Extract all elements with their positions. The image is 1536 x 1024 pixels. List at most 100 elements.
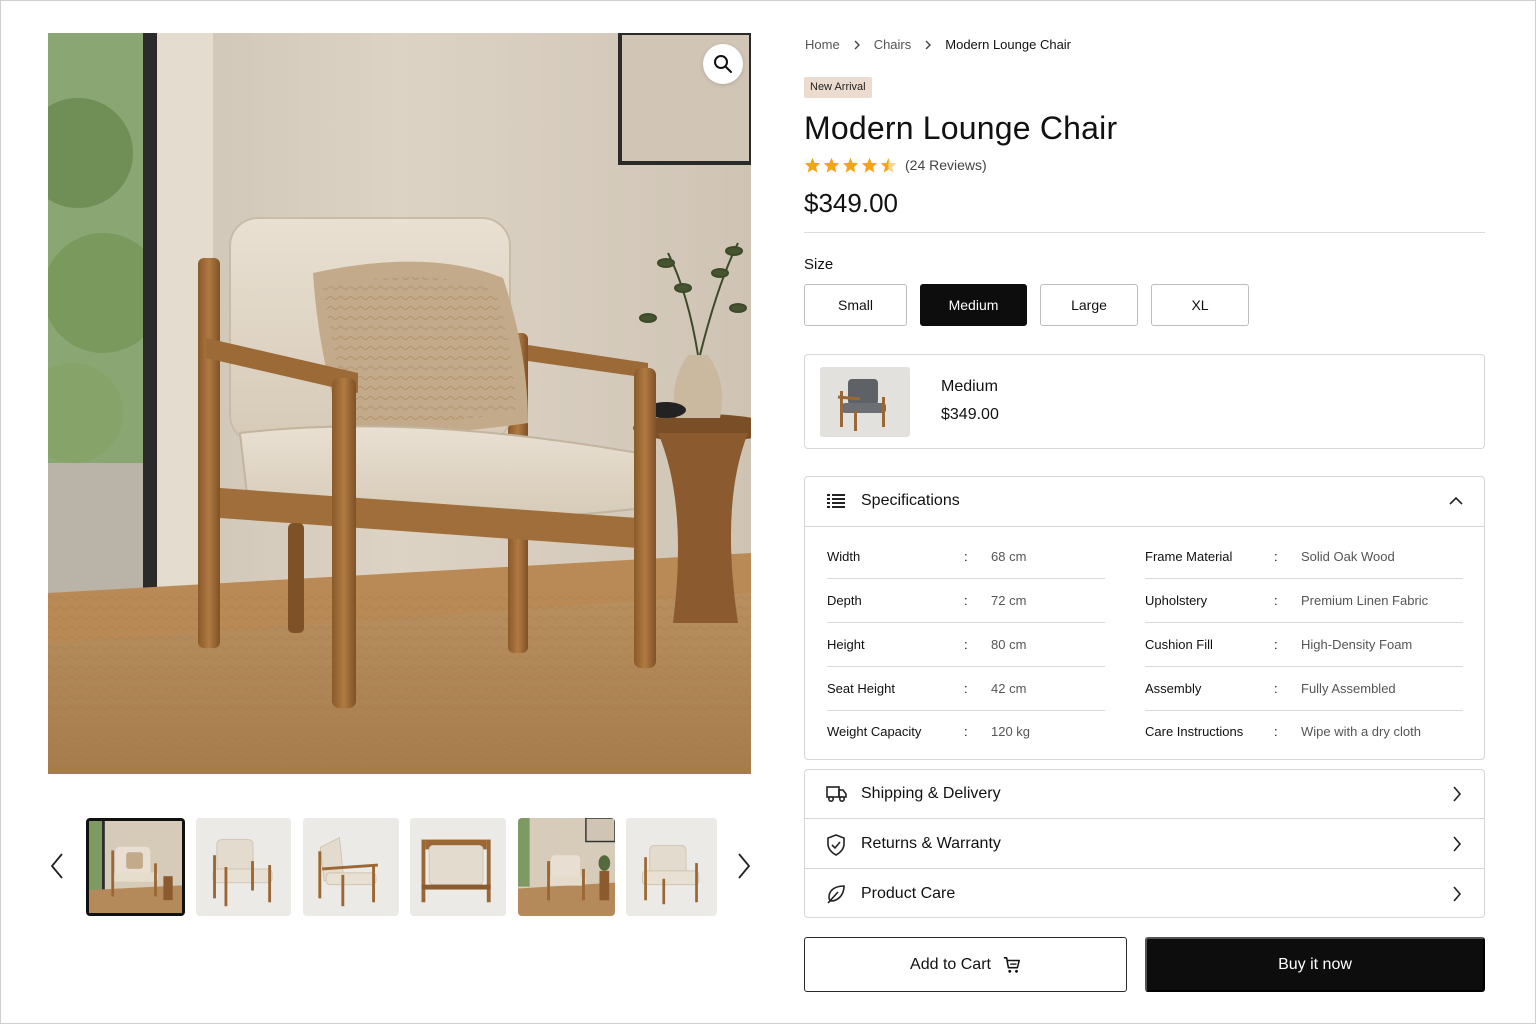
- spec-value: 68 cm: [991, 549, 1027, 564]
- gallery-thumbnail-2[interactable]: [196, 818, 291, 916]
- add-to-cart-label: Add to Cart: [910, 955, 991, 973]
- spec-value: High-Density Foam: [1301, 637, 1413, 652]
- spec-row-assembly: Assembly : Fully Assembled: [1145, 667, 1463, 711]
- spec-separator: :: [964, 593, 968, 608]
- spec-separator: :: [964, 681, 968, 696]
- specifications-panel: Specifications Width : 68 cm Depth : 72 …: [804, 476, 1485, 760]
- truck-icon: [826, 786, 847, 803]
- spec-separator: :: [964, 724, 968, 739]
- specifications-title: Specifications: [861, 492, 960, 509]
- spec-row-care-instructions: Care Instructions : Wipe with a dry clot…: [1145, 710, 1463, 754]
- spec-key: Upholstery: [1145, 593, 1208, 608]
- spec-key: Weight Capacity: [827, 724, 922, 739]
- spec-row-seat-height: Seat Height : 42 cm: [827, 667, 1105, 711]
- chevron-left-icon: [50, 853, 63, 879]
- variant-thumbnail: [820, 367, 910, 437]
- variant-price: $349.00: [941, 406, 999, 423]
- shield-check-icon: [827, 834, 845, 856]
- product-price: $349.00: [804, 188, 898, 218]
- accordion-shipping-label: Shipping & Delivery: [861, 785, 1001, 802]
- chevron-right-icon: [854, 40, 860, 50]
- review-count[interactable]: (24 Reviews): [905, 157, 987, 173]
- spec-row-weight-capacity: Weight Capacity : 120 kg: [827, 710, 1105, 754]
- leaf-icon: [827, 885, 845, 904]
- breadcrumb-home[interactable]: Home: [805, 37, 840, 52]
- chevron-up-icon: [1449, 496, 1463, 505]
- add-to-cart-button[interactable]: Add to Cart: [804, 937, 1127, 992]
- product-rating[interactable]: (24 Reviews): [804, 157, 987, 173]
- spec-separator: :: [1274, 549, 1278, 564]
- breadcrumb: Home Chairs Modern Lounge Chair: [805, 37, 1071, 52]
- spec-row-cushion-fill: Cushion Fill : High-Density Foam: [1145, 623, 1463, 667]
- breadcrumb-category[interactable]: Chairs: [874, 37, 912, 52]
- accordion-shipping[interactable]: Shipping & Delivery: [805, 770, 1484, 819]
- gallery-thumbnail-6[interactable]: [626, 818, 717, 916]
- spec-separator: :: [1274, 724, 1278, 739]
- spec-separator: :: [964, 637, 968, 652]
- new-arrival-badge: New Arrival: [804, 77, 872, 98]
- star-icon: [804, 157, 821, 173]
- size-option-small[interactable]: Small: [804, 284, 907, 326]
- spec-value: 120 kg: [991, 724, 1031, 739]
- gallery-thumbnail-3[interactable]: [303, 818, 399, 916]
- spec-value: Fully Assembled: [1301, 681, 1396, 696]
- spec-value: 42 cm: [991, 681, 1027, 696]
- gallery-thumbnail-5[interactable]: [518, 818, 615, 916]
- zoom-button[interactable]: [703, 44, 743, 84]
- specifications-header[interactable]: Specifications: [805, 477, 1484, 527]
- size-label: Size: [804, 256, 834, 273]
- star-icon: [842, 157, 859, 173]
- spec-value: Premium Linen Fabric: [1301, 593, 1429, 608]
- spec-value: 72 cm: [991, 593, 1027, 608]
- list-icon: [827, 494, 845, 508]
- spec-value: 80 cm: [991, 637, 1027, 652]
- selected-variant-card: Medium $349.00: [804, 354, 1485, 449]
- spec-key: Assembly: [1145, 681, 1202, 696]
- spec-key: Cushion Fill: [1145, 637, 1213, 652]
- spec-value: Wipe with a dry cloth: [1301, 724, 1421, 739]
- search-icon: [714, 55, 732, 73]
- gallery-prev-button[interactable]: [47, 846, 67, 886]
- star-icon: [861, 157, 878, 173]
- product-main-image[interactable]: [48, 33, 751, 774]
- spec-key: Depth: [827, 593, 862, 608]
- variant-name: Medium: [941, 378, 998, 395]
- breadcrumb-current: Modern Lounge Chair: [945, 37, 1072, 52]
- info-accordion: Shipping & Delivery Returns & Warranty P…: [804, 769, 1485, 918]
- chevron-right-icon: [738, 853, 751, 879]
- rating-stars: [804, 157, 897, 173]
- gallery-thumbnail-1[interactable]: [86, 818, 185, 916]
- buy-now-button[interactable]: Buy it now: [1145, 937, 1485, 992]
- star-half-icon: [880, 157, 897, 173]
- cart-icon: [1003, 956, 1020, 973]
- spec-separator: :: [1274, 681, 1278, 696]
- spec-row-frame-material: Frame Material : Solid Oak Wood: [1145, 535, 1463, 579]
- spec-key: Seat Height: [827, 681, 895, 696]
- accordion-returns[interactable]: Returns & Warranty: [805, 820, 1484, 869]
- spec-separator: :: [964, 549, 968, 564]
- size-option-large[interactable]: Large: [1040, 284, 1138, 326]
- spec-row-upholstery: Upholstery : Premium Linen Fabric: [1145, 579, 1463, 623]
- accordion-product-care[interactable]: Product Care: [805, 870, 1484, 919]
- product-title: Modern Lounge Chair: [804, 110, 1118, 146]
- spec-separator: :: [1274, 593, 1278, 608]
- divider: [804, 232, 1485, 233]
- chevron-right-icon: [1453, 786, 1462, 802]
- spec-key: Width: [827, 549, 861, 564]
- star-icon: [823, 157, 840, 173]
- gallery-thumbnail-4[interactable]: [410, 818, 506, 916]
- spec-key: Height: [827, 637, 865, 652]
- size-option-medium[interactable]: Medium: [920, 284, 1027, 326]
- gallery-next-button[interactable]: [734, 846, 754, 886]
- accordion-care-label: Product Care: [861, 885, 956, 902]
- spec-value: Solid Oak Wood: [1301, 549, 1395, 564]
- spec-row-width: Width : 68 cm: [827, 535, 1105, 579]
- spec-key: Care Instructions: [1145, 724, 1244, 739]
- spec-key: Frame Material: [1145, 549, 1233, 564]
- size-option-xl[interactable]: XL: [1151, 284, 1249, 326]
- accordion-returns-label: Returns & Warranty: [861, 835, 1001, 852]
- spec-row-height: Height : 80 cm: [827, 623, 1105, 667]
- spec-separator: :: [1274, 637, 1278, 652]
- spec-row-depth: Depth : 72 cm: [827, 579, 1105, 623]
- chevron-right-icon: [1453, 886, 1462, 902]
